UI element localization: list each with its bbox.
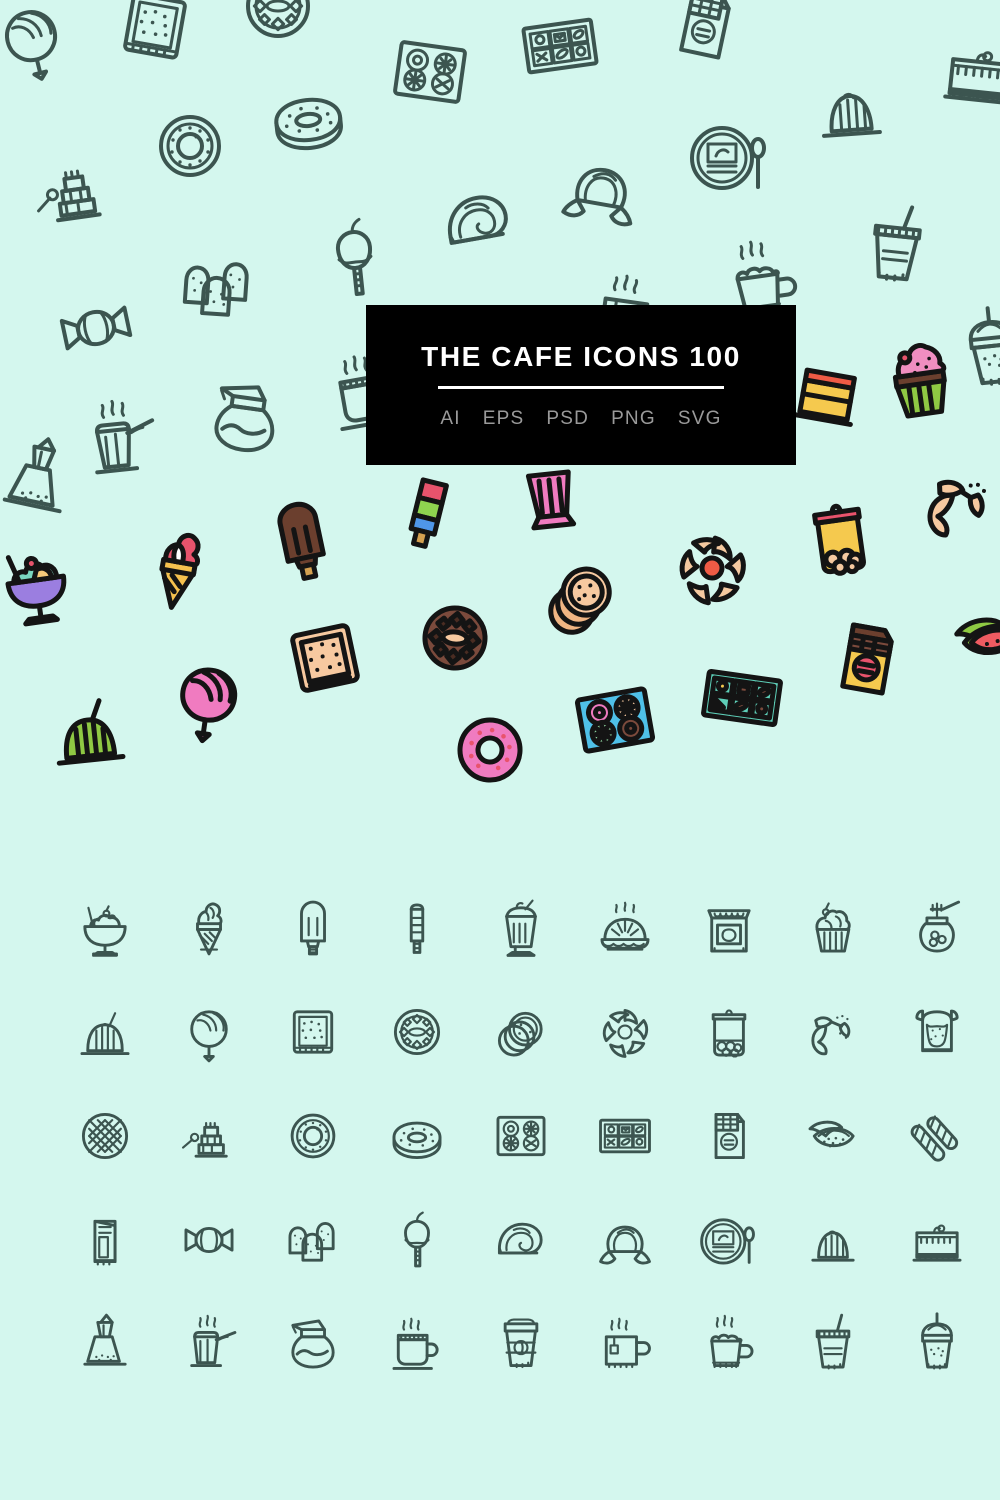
banner-divider (438, 385, 724, 389)
cotton-candy-pink-icon (152, 644, 265, 757)
format-png: PNG (611, 407, 656, 429)
cake-pop-tier-icon (16, 134, 129, 247)
soft-serve-cone-icon[interactable] (157, 876, 261, 980)
banner-title: THE CAFE ICONS 100 (421, 340, 741, 372)
cupcake-icon[interactable] (781, 876, 885, 980)
waffle-icon[interactable] (53, 1084, 157, 1188)
coffee-carafe-icon[interactable] (261, 1292, 365, 1396)
turkish-coffee-pot-icon[interactable] (157, 1292, 261, 1396)
cotton-candy-icon (0, 0, 93, 101)
milkshake-glass-icon[interactable] (469, 876, 573, 980)
cracker-biscuit-icon (97, 0, 213, 84)
tea-mug-teabag-icon[interactable] (573, 1292, 677, 1396)
poster-page: THE CAFE ICONS 100 AI EPS PSD PNG SVG (0, 0, 1000, 1500)
wrapped-candy-icon (37, 269, 156, 388)
twin-popsicle-icon[interactable] (365, 876, 469, 980)
donut-ring-icon (140, 96, 240, 196)
ice-cream-sundae-bowl-icon[interactable] (53, 876, 157, 980)
ice-cream-cone-icon (120, 512, 236, 628)
jam-jar-shop-icon[interactable] (677, 876, 781, 980)
watermelon-slice-icon[interactable] (781, 1084, 885, 1188)
coffee-cup-saucer-icon[interactable] (365, 1292, 469, 1396)
swiss-roll-icon[interactable] (469, 1188, 573, 1292)
jelly-green-icon (33, 675, 143, 785)
popsicle-rainbow-icon (367, 449, 488, 570)
pie-plate-spoon-icon (680, 106, 780, 206)
title-banner: THE CAFE ICONS 100 AI EPS PSD PNG SVG (366, 305, 796, 465)
layer-cake-icon (925, 17, 1000, 127)
format-svg: SVG (677, 407, 722, 429)
candy-jar-icon (784, 482, 897, 595)
cookie-stack-icon[interactable] (469, 980, 573, 1084)
candy-jar-icon[interactable] (677, 980, 781, 1084)
coffee-carafe-icon (190, 362, 303, 475)
chocolate-box-6-icon[interactable] (573, 1084, 677, 1188)
format-ai: AI (440, 407, 461, 429)
pudding-flan-icon[interactable] (781, 1188, 885, 1292)
watermelon-slice-icon (934, 580, 1000, 696)
popsicle-brown-icon (243, 481, 362, 600)
cream-sandwich-icon (266, 599, 385, 718)
pinwheel-cookie-icon (657, 513, 767, 623)
honey-jar-dipper-icon[interactable] (885, 876, 989, 980)
fortune-cookie-icon (902, 448, 1000, 564)
cotton-candy-stick-icon[interactable] (157, 980, 261, 1084)
pinwheel-cookie-icon[interactable] (573, 980, 677, 1084)
donut-pink-icon (435, 695, 545, 790)
takeaway-coffee-cup-icon[interactable] (469, 1292, 573, 1396)
square-cracker-icon[interactable] (261, 980, 365, 1084)
marshmallow-icon (165, 233, 272, 340)
donut-glazed-icon (253, 63, 363, 173)
oreo-cookie-icon (400, 583, 510, 693)
hot-cocoa-marshmallow-mug-icon[interactable] (677, 1292, 781, 1396)
round-cookie-icon (228, 0, 328, 56)
popsicle-bar-icon[interactable] (261, 876, 365, 980)
pudding-jelly-icon[interactable] (53, 980, 157, 1084)
sugar-shaker-icon (0, 419, 97, 538)
sugar-shaker-icon[interactable] (53, 1292, 157, 1396)
chocolate-box-4-icon[interactable] (469, 1084, 573, 1188)
candy-wrapper-stick-icon[interactable] (53, 1188, 157, 1292)
hero-pattern-area: THE CAFE ICONS 100 AI EPS PSD PNG SVG (0, 0, 1000, 790)
candy-tray-teal-icon (686, 642, 799, 755)
iced-coffee-cup-icon[interactable] (781, 1292, 885, 1396)
format-psd: PSD (546, 407, 590, 429)
pudding-flan-icon (797, 53, 904, 160)
croissant-icon[interactable] (573, 1188, 677, 1292)
donut-sprinkles-icon[interactable] (365, 1084, 469, 1188)
frappe-cup-icon[interactable] (885, 1292, 989, 1396)
toast-with-jam-icon[interactable] (885, 980, 989, 1084)
chocolate-bar-color-icon (810, 600, 926, 716)
format-eps: EPS (482, 407, 525, 429)
ornate-round-cookie-icon[interactable] (365, 980, 469, 1084)
sundae-bowl-icon (0, 526, 92, 639)
tiered-cake-pop-icon[interactable] (157, 1084, 261, 1188)
icon-grid (53, 876, 1000, 1396)
format-list: AI EPS PSD PNG SVG (440, 409, 721, 428)
donut-box-blue-icon (557, 662, 673, 778)
wafer-rolls-icon[interactable] (885, 1084, 989, 1188)
fortune-cookie-icon[interactable] (781, 980, 885, 1084)
candy-apple-icon[interactable] (365, 1188, 469, 1292)
layer-cake-slice-icon[interactable] (885, 1188, 989, 1292)
candy-apple-icon (300, 203, 410, 313)
wrapped-candy-icon[interactable] (157, 1188, 261, 1292)
iced-drink-cup-icon (841, 191, 951, 301)
chocolate-bar-icon (646, 0, 765, 83)
cake-plate-spoon-icon[interactable] (677, 1188, 781, 1292)
swiss-roll-icon (420, 162, 536, 278)
chocolate-box-icon (374, 16, 487, 129)
cookie-stack-icon (524, 542, 637, 655)
glazed-donut-ring-icon[interactable] (261, 1084, 365, 1188)
pie-icon[interactable] (573, 876, 677, 980)
chocolate-bar-wrapper-icon[interactable] (677, 1084, 781, 1188)
marshmallow-pile-icon[interactable] (261, 1188, 365, 1292)
candy-tray-icon (504, 0, 617, 102)
croissant-icon (544, 130, 660, 246)
